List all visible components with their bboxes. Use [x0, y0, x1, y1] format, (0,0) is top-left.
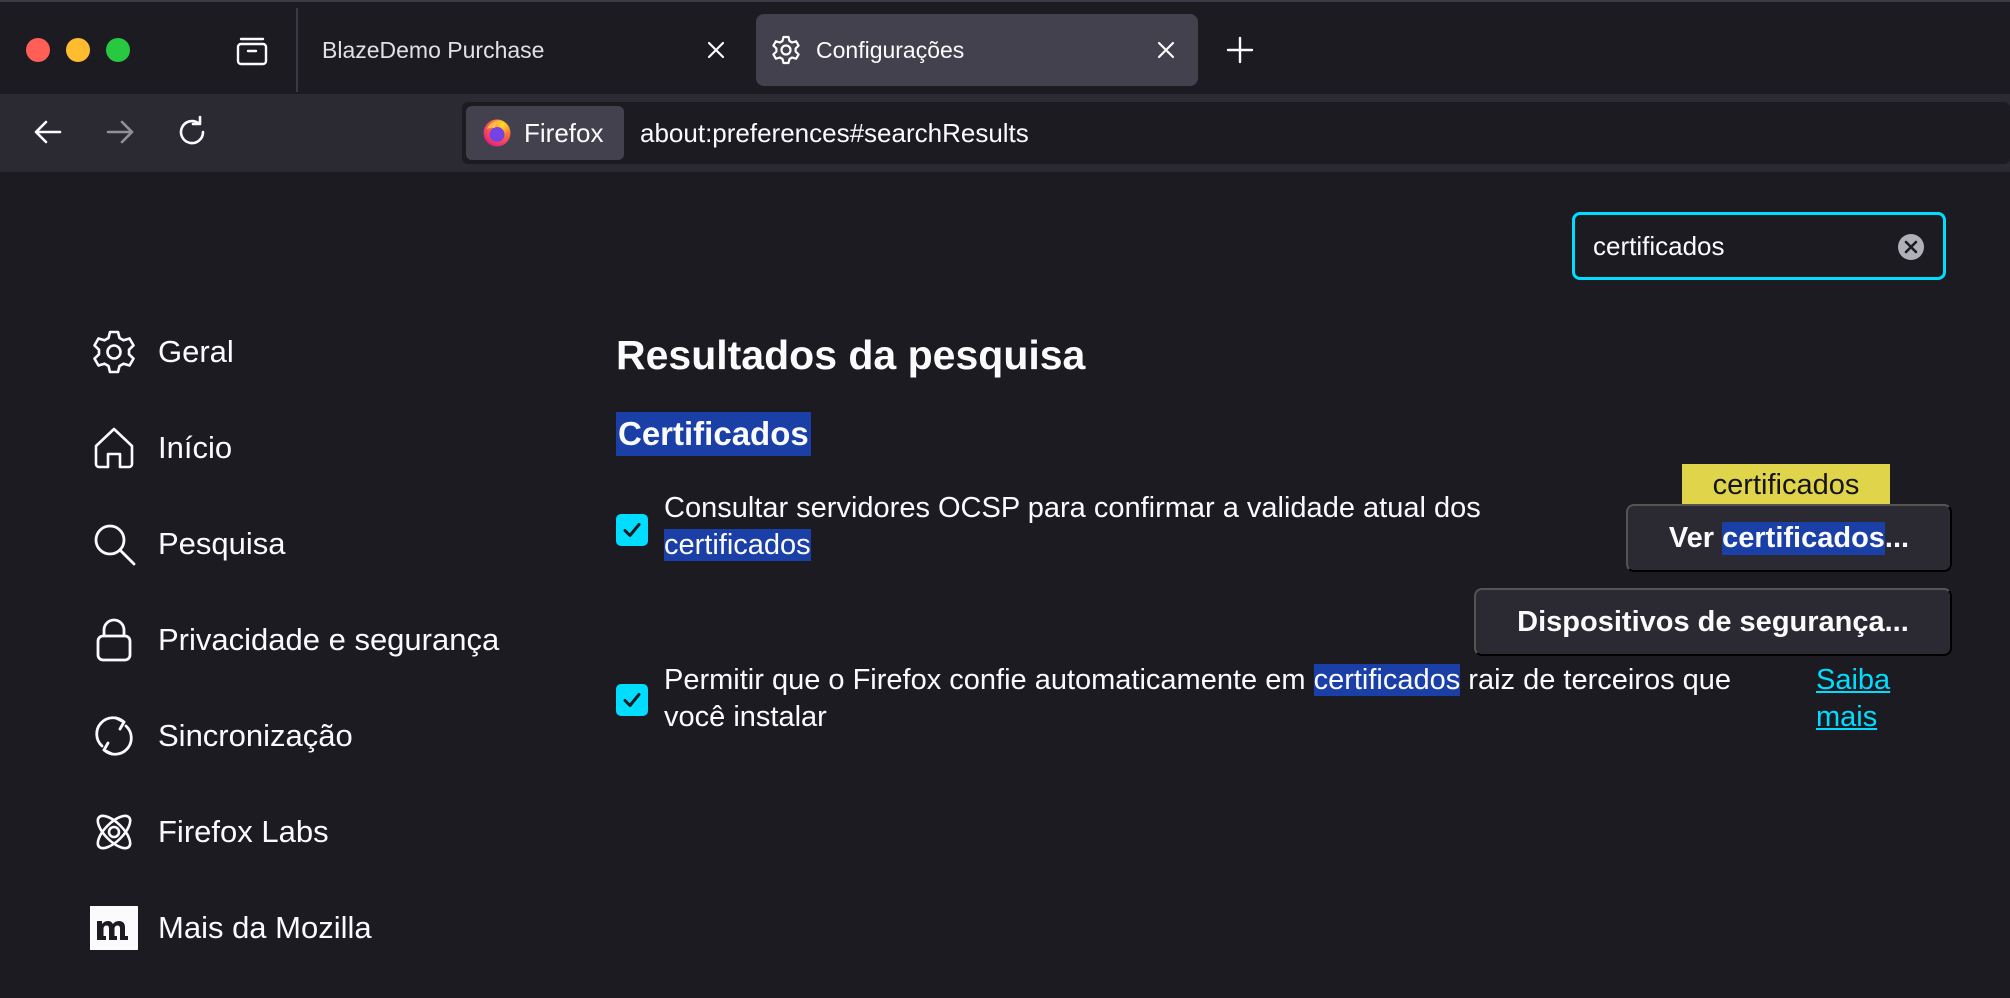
learn-more-link[interactable]: Saiba mais: [1816, 662, 1936, 736]
sidebar-item-sincronizacao[interactable]: Sincronização: [88, 706, 568, 766]
sidebar-item-geral[interactable]: Geral: [88, 322, 568, 382]
tab-list-icon[interactable]: [232, 32, 272, 72]
search-input[interactable]: [1593, 227, 1893, 265]
tab-configuracoes[interactable]: Configurações: [756, 14, 1198, 86]
search-highlight: certificados: [664, 529, 811, 561]
url-bar[interactable]: Firefox about:preferences#searchResults: [462, 102, 2010, 164]
sidebar-item-privacidade[interactable]: Privacidade e segurança: [88, 610, 568, 670]
back-arrow-icon[interactable]: [30, 114, 66, 150]
tab-title: BlazeDemo Purchase: [322, 36, 545, 63]
home-icon: [90, 424, 138, 472]
navigation-toolbar: Firefox about:preferences#searchResults: [0, 94, 2010, 172]
search-highlight: certificados: [1722, 521, 1885, 555]
preferences-search-box[interactable]: [1572, 212, 1946, 280]
ocsp-label-text: Consultar servidores OCSP para confirmar…: [664, 492, 1481, 524]
button-label-prefix: Ver: [1668, 521, 1723, 554]
sidebar-item-label: Firefox Labs: [158, 814, 329, 849]
sidebar-item-label: Geral: [158, 334, 234, 369]
search-tooltip: certificados: [1682, 464, 1890, 506]
button-label-suffix: ...: [1884, 521, 1910, 554]
ocsp-label[interactable]: Consultar servidores OCSP para confirmar…: [664, 490, 1494, 564]
gear-icon: [770, 34, 802, 66]
tab-bar: BlazeDemo Purchase Configurações: [0, 0, 2010, 94]
tab-title: Configurações: [816, 36, 965, 63]
close-icon[interactable]: [1152, 36, 1180, 64]
window-maximize-button[interactable]: [106, 38, 130, 62]
mozilla-m-icon: [90, 904, 138, 952]
roots-label-text: Permitir que o Firefox confie automatica…: [664, 664, 1314, 696]
atom-icon: [90, 808, 138, 856]
forward-arrow-icon[interactable]: [102, 114, 138, 150]
lock-icon: [90, 616, 138, 664]
reload-icon[interactable]: [174, 114, 210, 150]
sidebar-item-mais-da-mozilla[interactable]: Mais da Mozilla: [88, 898, 568, 958]
close-icon[interactable]: [702, 36, 730, 64]
enterprise-roots-checkbox[interactable]: [616, 684, 648, 716]
search-icon: [90, 520, 138, 568]
sidebar-item-label: Pesquisa: [158, 526, 286, 561]
window-minimize-button[interactable]: [66, 38, 90, 62]
sync-icon: [90, 712, 138, 760]
security-devices-button[interactable]: Dispositivos de segurança...: [1474, 588, 1952, 656]
group-title-certificados: Certificados: [616, 412, 811, 456]
sidebar-item-label: Sincronização: [158, 718, 353, 753]
clear-search-icon[interactable]: [1897, 233, 1925, 261]
url-text[interactable]: about:preferences#searchResults: [640, 118, 1029, 149]
tab-blazedemo[interactable]: BlazeDemo Purchase: [302, 14, 742, 86]
sidebar-item-inicio[interactable]: Início: [88, 418, 568, 478]
identity-box[interactable]: Firefox: [466, 106, 624, 160]
sidebar-item-pesquisa[interactable]: Pesquisa: [88, 514, 568, 574]
identity-label: Firefox: [524, 117, 604, 148]
view-certificates-button[interactable]: Ver certificados...: [1626, 504, 1952, 572]
sidebar-item-label: Privacidade e segurança: [158, 622, 500, 657]
firefox-logo-icon: [482, 118, 512, 148]
page-title: Resultados da pesquisa: [616, 332, 1086, 378]
sidebar-item-firefox-labs[interactable]: Firefox Labs: [88, 802, 568, 862]
preferences-page: Geral Início Pesquisa: [0, 172, 2010, 998]
ocsp-checkbox[interactable]: [616, 514, 648, 546]
gear-icon: [90, 328, 138, 376]
enterprise-roots-label[interactable]: Permitir que o Firefox confie automatica…: [664, 662, 1794, 736]
sidebar-item-label: Início: [158, 430, 233, 465]
search-highlight: certificados: [1313, 664, 1461, 696]
new-tab-plus-icon[interactable]: [1222, 32, 1258, 68]
window-close-button[interactable]: [26, 38, 50, 62]
tab-separator: [296, 8, 298, 92]
sidebar-item-label: Mais da Mozilla: [158, 910, 372, 945]
